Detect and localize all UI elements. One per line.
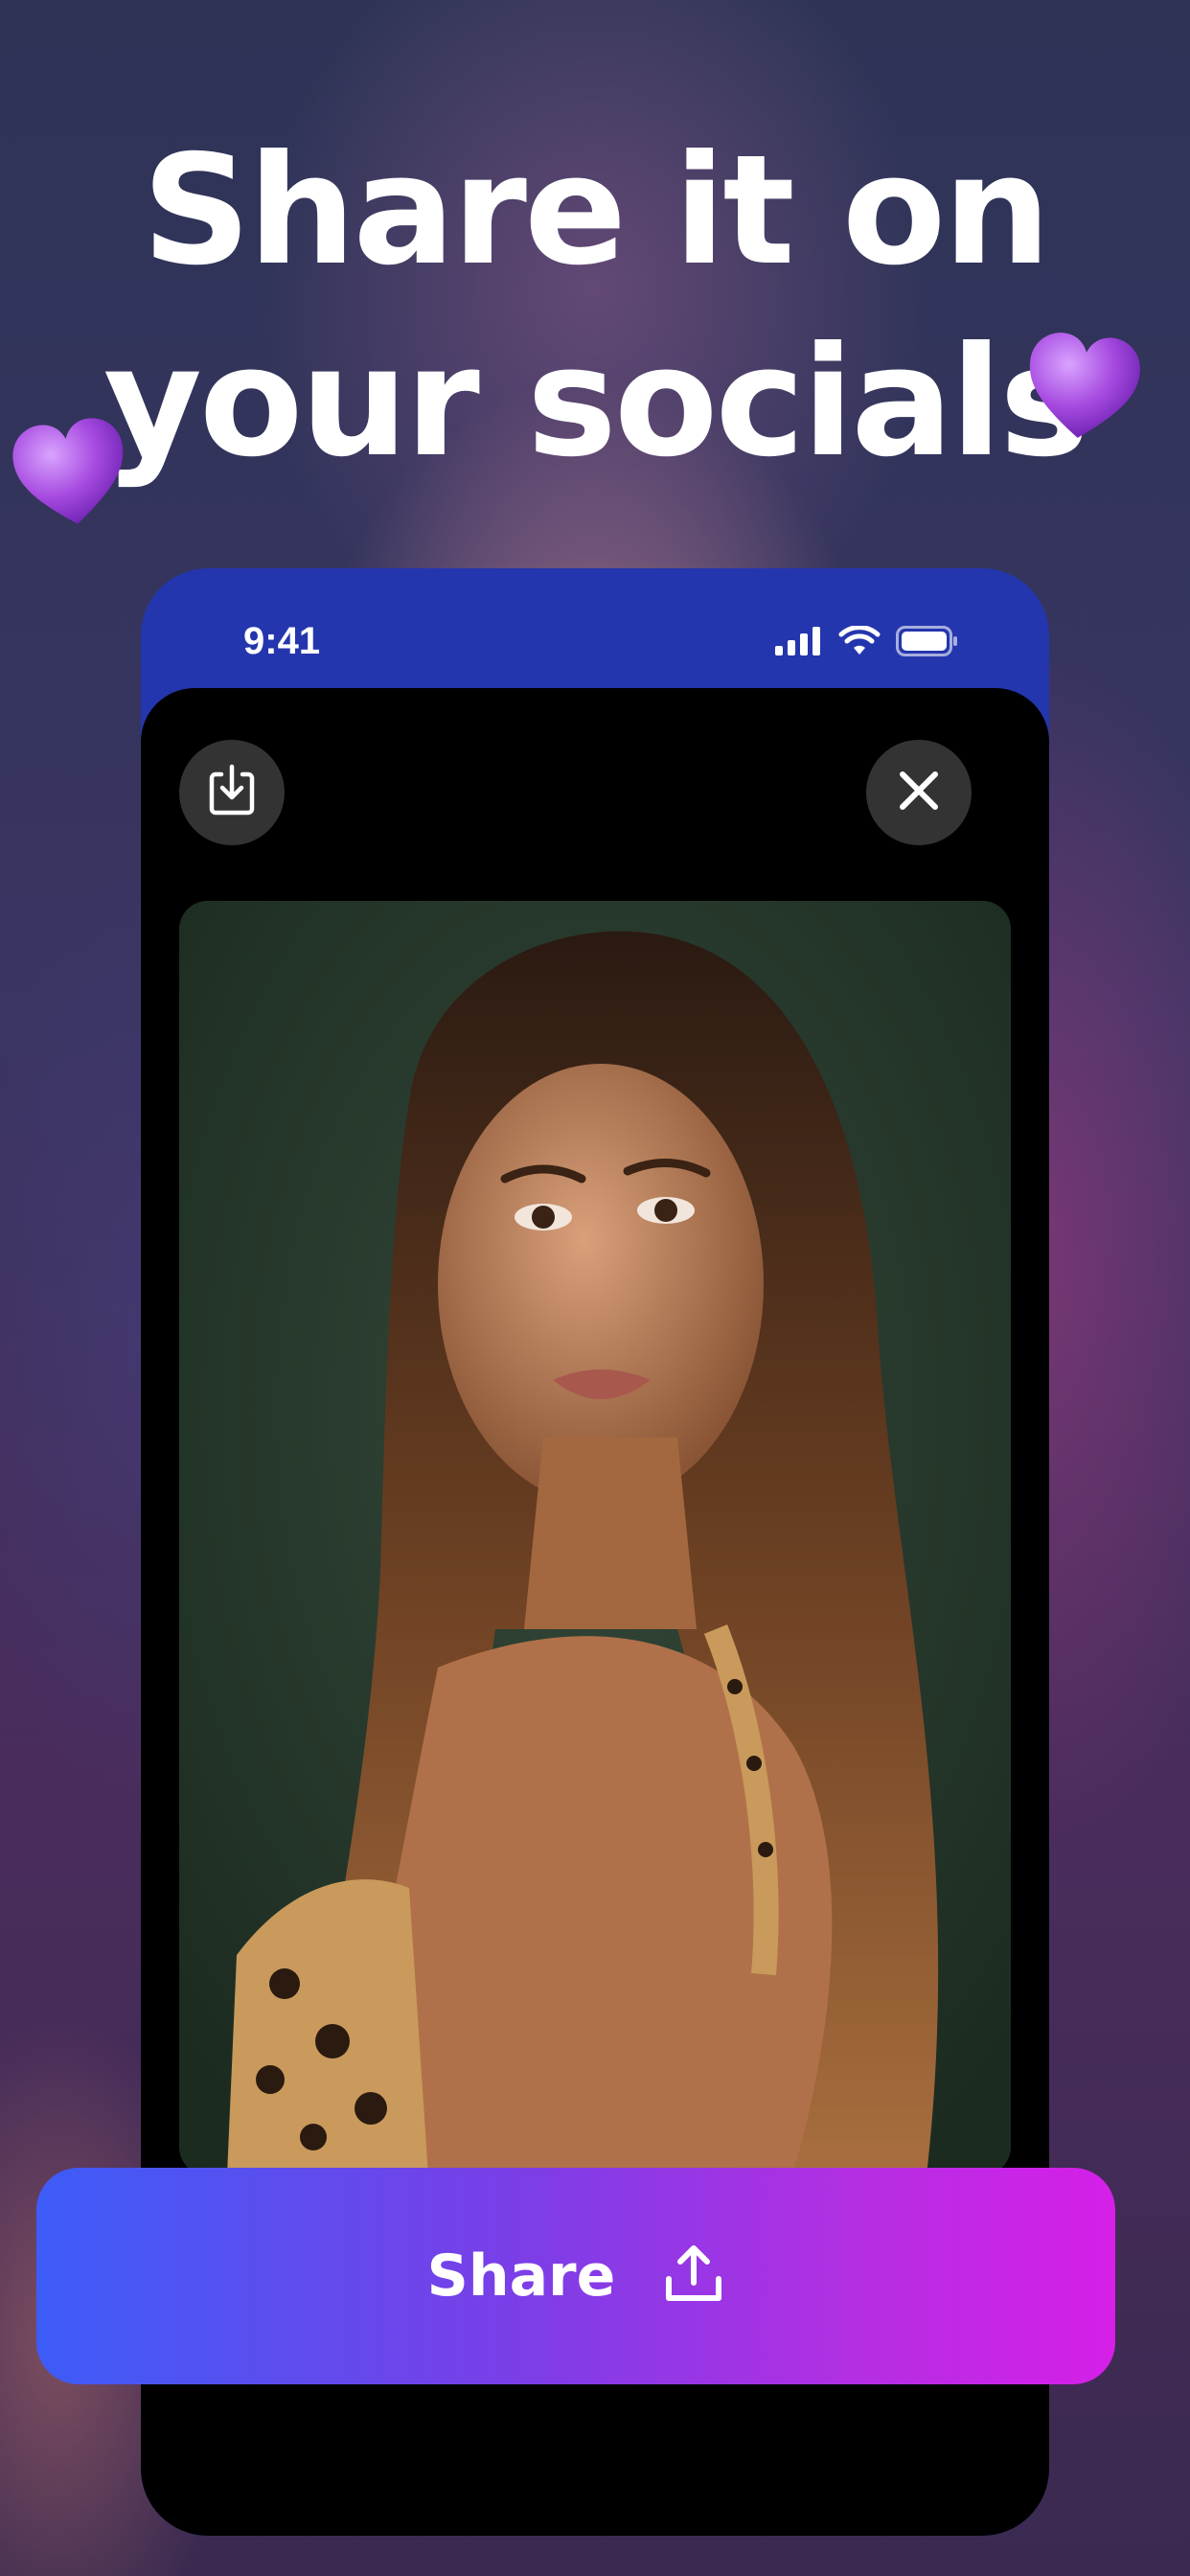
status-time: 9:41 — [243, 620, 321, 662]
battery-icon — [896, 626, 959, 660]
download-button[interactable] — [179, 740, 285, 845]
wifi-icon — [838, 625, 881, 660]
share-button-label: Share — [426, 2242, 616, 2310]
purple-heart-icon — [1016, 322, 1151, 457]
download-icon — [202, 761, 262, 824]
share-upload-icon — [663, 2242, 724, 2310]
status-icons — [775, 625, 959, 660]
headline-line-1: Share it on — [142, 123, 1051, 299]
share-button[interactable]: Share — [36, 2168, 1115, 2384]
cellular-signal-icon — [775, 627, 823, 659]
close-icon — [897, 769, 941, 816]
status-bar: 9:41 — [141, 568, 1049, 688]
headline-line-2: your socials — [103, 314, 1089, 491]
generated-portrait-image — [179, 901, 1011, 2175]
headline: Share it on your socials — [0, 115, 1190, 498]
close-button[interactable] — [866, 740, 972, 845]
purple-heart-icon — [2, 406, 141, 545]
